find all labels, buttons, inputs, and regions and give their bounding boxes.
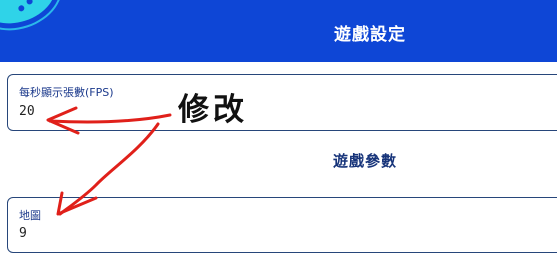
fps-field[interactable]: 每秒顯示張數(FPS) 20 (7, 74, 557, 131)
fps-field-label: 每秒顯示張數(FPS) (19, 86, 114, 99)
app-logo-icon (0, 0, 63, 33)
page-title: 遊戲設定 (334, 25, 406, 45)
header-bar: 遊戲設定 (0, 0, 557, 62)
fps-field-value[interactable]: 20 (19, 104, 35, 119)
map-field-label: 地圖 (19, 209, 41, 222)
section-title-game-params: 遊戲參數 (333, 152, 398, 170)
annotation-text: 修改 (178, 92, 248, 128)
map-field[interactable]: 地圖 9 (7, 197, 557, 253)
map-field-value[interactable]: 9 (19, 226, 27, 241)
